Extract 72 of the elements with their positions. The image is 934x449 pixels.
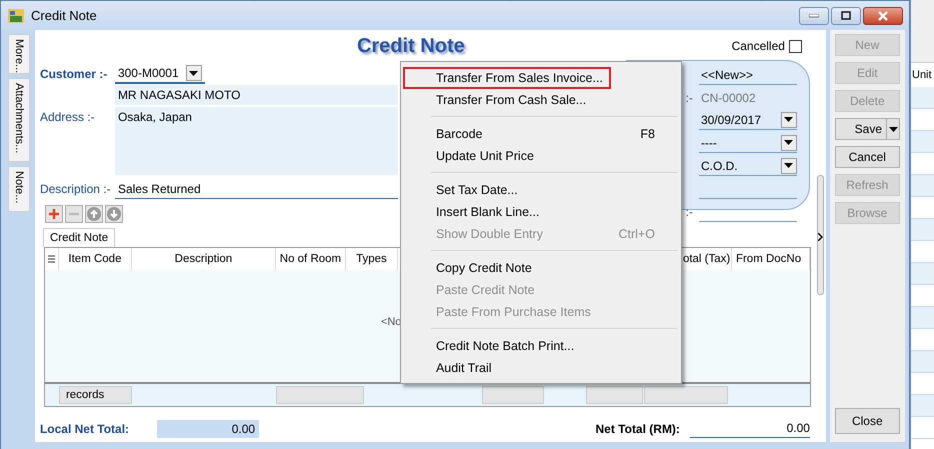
field-label: :- — [686, 90, 693, 104]
field-label: Customer :- — [40, 67, 108, 81]
total-label: Net Total (RM): — [596, 422, 680, 436]
minus-icon — [68, 212, 79, 216]
grid-tab[interactable]: Credit Note — [42, 228, 116, 247]
save-button[interactable]: Save — [834, 118, 900, 140]
column-header[interactable]: From DocNo — [732, 248, 810, 270]
description-field[interactable]: Sales Returned — [114, 179, 398, 199]
list-icon — [48, 254, 55, 264]
caret-icon — [189, 70, 198, 76]
local-net-total: 0.00 — [157, 420, 260, 438]
menu-item[interactable]: Audit Trail — [402, 357, 679, 379]
dropdown-button[interactable] — [780, 134, 797, 150]
column-header[interactable]: No of Room — [276, 248, 346, 270]
close-button[interactable]: Close — [834, 408, 900, 434]
column-header: Unit — [911, 68, 933, 83]
up-arrow-icon — [86, 207, 101, 221]
summary-cell — [586, 386, 643, 404]
caret-icon — [784, 140, 794, 145]
cancelled-checkbox[interactable] — [788, 40, 802, 52]
form-heading: Credit Note — [356, 34, 465, 58]
maximize-button[interactable] — [831, 6, 861, 24]
header-field[interactable]: <<New>> — [698, 65, 797, 85]
menu-item[interactable]: Barcode F8 — [402, 123, 679, 145]
caret-icon — [784, 163, 794, 168]
field-label: Description :- — [40, 182, 112, 196]
column-header[interactable]: Item Code — [58, 248, 132, 270]
app-icon — [7, 8, 25, 24]
cancel-button[interactable]: Cancel — [834, 146, 900, 168]
close-icon — [877, 10, 889, 20]
caret-icon[interactable] — [888, 126, 898, 132]
side-tab[interactable]: More... — [8, 34, 30, 74]
total-label: Local Net Total: — [40, 422, 130, 436]
address-field[interactable]: Osaka, Japan — [114, 107, 398, 175]
move-down-button[interactable] — [104, 205, 123, 223]
summary-cell — [482, 386, 544, 404]
menu-item[interactable]: Copy Credit Note — [402, 257, 679, 279]
caret-icon — [784, 117, 794, 122]
minimize-icon — [809, 14, 819, 18]
side-tab[interactable]: Attachments... — [8, 78, 30, 162]
header-field[interactable]: C.O.D. — [698, 156, 797, 176]
close-button[interactable] — [863, 6, 903, 24]
field-label: Address :- — [40, 109, 96, 124]
dropdown-button[interactable] — [780, 112, 797, 128]
down-arrow-icon — [106, 207, 121, 221]
chevron-icon[interactable] — [818, 233, 824, 241]
move-up-button[interactable] — [84, 205, 103, 223]
column-header[interactable]: Types — [346, 248, 398, 270]
plus-icon — [48, 209, 59, 219]
menu-item[interactable]: Insert Blank Line... — [402, 201, 679, 223]
dropdown-button[interactable] — [186, 65, 202, 81]
window-title: Credit Note — [31, 8, 98, 23]
name-field[interactable]: MR NAGASAKI MOTO — [114, 85, 398, 105]
minimize-button[interactable] — [799, 6, 829, 24]
scroll-thumb[interactable] — [817, 175, 824, 295]
header-field[interactable]: 30/09/2017 — [698, 110, 797, 130]
column-header[interactable]: Description — [132, 248, 276, 270]
maximize-icon — [841, 11, 851, 20]
net-total: 0.00 — [690, 419, 810, 438]
record-count: records — [58, 386, 132, 404]
menu-item[interactable]: Transfer From Sales Invoice... — [402, 67, 611, 89]
shortcut-text: F8 — [640, 127, 655, 141]
dropdown-button[interactable] — [780, 158, 797, 174]
header-field[interactable]: ---- — [698, 133, 797, 153]
menu-item[interactable]: Credit Note Batch Print... — [402, 335, 679, 357]
menu-item[interactable]: Transfer From Cash Sale... — [402, 89, 679, 111]
menu-item[interactable]: Set Tax Date... — [402, 179, 679, 201]
menu-item[interactable]: Update Unit Price — [402, 145, 679, 167]
shortcut-text: Ctrl+O — [618, 227, 655, 241]
side-tab[interactable]: Note... — [8, 166, 30, 212]
add-button[interactable] — [44, 205, 63, 223]
checkbox-label: Cancelled — [732, 39, 785, 53]
